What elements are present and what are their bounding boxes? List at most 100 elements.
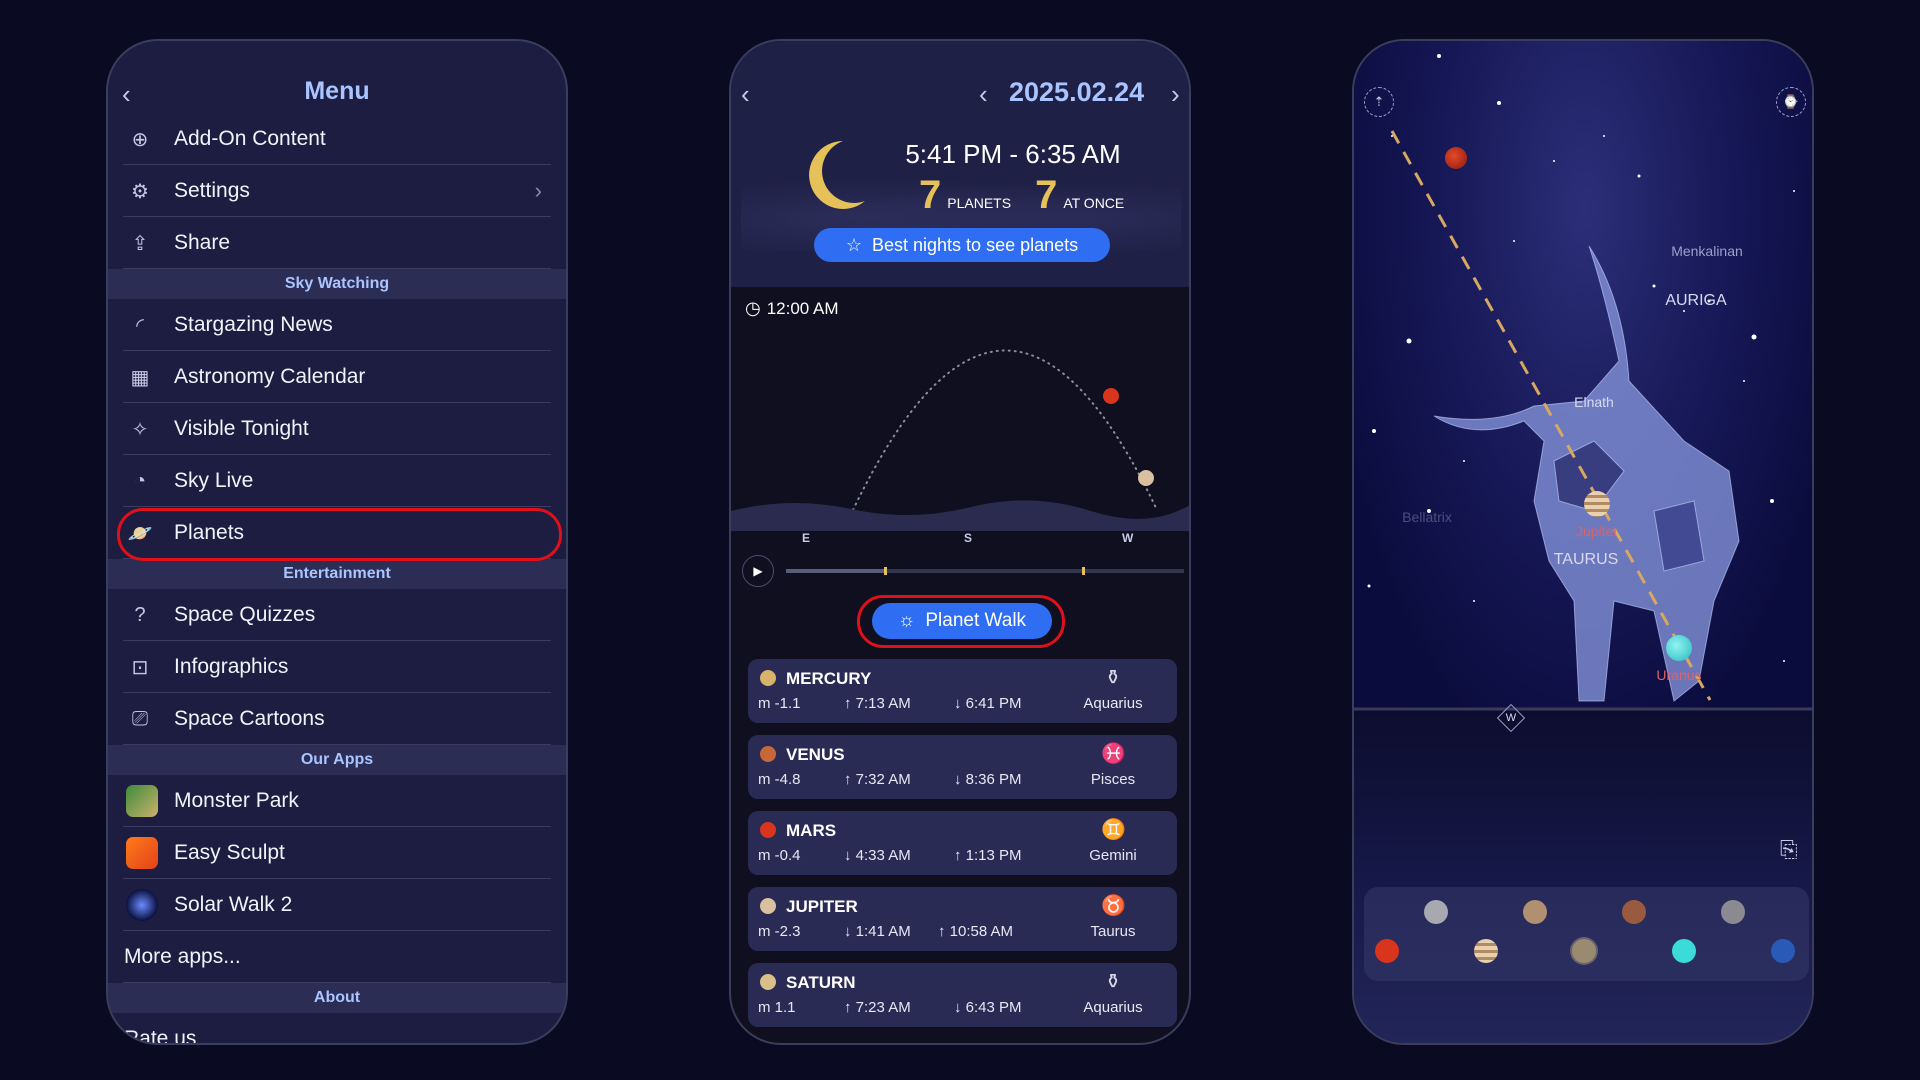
planet-card[interactable]: MARS m -0.4 ↓ 4:33 AM ↑ 1:13 PM ♊ Gemini xyxy=(748,811,1177,875)
neptune-button[interactable] xyxy=(1771,939,1795,963)
planet-name: JUPITER xyxy=(786,897,858,916)
planet-icon xyxy=(760,746,776,762)
quiz-icon: ? xyxy=(134,603,146,626)
menu-item-visible-tonight[interactable]: ✧ Visible Tonight xyxy=(108,403,566,455)
menu-item-rate-us[interactable]: Rate us xyxy=(108,1013,566,1043)
time-1: ↓ 1:41 AM xyxy=(844,923,911,940)
menu-item-add-on[interactable]: ⊕ Add-On Content xyxy=(108,113,566,165)
time-dial-icon[interactable]: ⌚ xyxy=(1776,87,1806,117)
planet-name: SATURN xyxy=(786,973,856,992)
horizon xyxy=(731,500,1189,531)
app-solar-walk-2[interactable]: Solar Walk 2 xyxy=(108,879,566,931)
time-1: ↓ 4:33 AM xyxy=(844,847,911,864)
moon-button[interactable] xyxy=(1424,900,1448,924)
star-circle-icon: ✧ xyxy=(131,418,149,441)
saturn-button[interactable] xyxy=(1572,939,1596,963)
infographic-icon: ⊡ xyxy=(131,656,149,679)
planet-icon xyxy=(760,670,776,686)
constellation-name: Aquarius xyxy=(1083,695,1143,712)
constellation-icon: ♓ xyxy=(1101,743,1126,765)
venus-button[interactable] xyxy=(1622,900,1646,924)
planet-walk-button[interactable]: ☼ Planet Walk xyxy=(872,603,1052,639)
pluto-button[interactable] xyxy=(1721,900,1745,924)
magnitude: m -1.1 xyxy=(758,695,801,712)
star xyxy=(1513,240,1515,242)
monster-park-app-icon xyxy=(126,785,158,817)
magnitude: m -4.8 xyxy=(758,771,801,788)
chevron-right-icon: › xyxy=(534,178,542,203)
jupiter-marker xyxy=(1138,470,1154,486)
constellation-name: Pisces xyxy=(1090,771,1136,788)
play-button[interactable]: ▶ xyxy=(742,555,774,587)
menu-item-settings[interactable]: ⚙ Settings › xyxy=(108,165,566,217)
menu-item-stargazing-news[interactable]: ◜ Stargazing News xyxy=(108,299,566,351)
planet-card[interactable]: SATURN m 1.1 ↑ 7:23 AM ↓ 6:43 PM ⚱ Aquar… xyxy=(748,963,1177,1027)
constellation-name: Aquarius xyxy=(1083,999,1143,1016)
star xyxy=(1652,284,1656,288)
star-label-bellatrix: Bellatrix xyxy=(1402,509,1452,525)
section-header: Our Apps xyxy=(108,745,566,775)
slider-marker xyxy=(884,567,887,575)
sky-view-screen: ⇡ ⌚ Menkalinan AURIGA Elnath Bellatrix J… xyxy=(1352,39,1814,1045)
constellation-icon: ♉ xyxy=(1101,895,1126,917)
constellation-label-taurus: TAURUS xyxy=(1553,551,1619,568)
easy-sculpt-app-icon xyxy=(126,837,158,869)
highlight-outline xyxy=(117,508,562,561)
app-monster-park[interactable]: Monster Park xyxy=(108,775,566,827)
direction-east: E xyxy=(802,531,811,545)
jupiter-button[interactable] xyxy=(1474,939,1498,963)
menu-item-sky-live[interactable]: ◔ Sky Live xyxy=(108,455,566,507)
menu-item-space-quizzes[interactable]: ? Space Quizzes xyxy=(108,589,566,641)
calendar-icon: ▦ xyxy=(130,366,150,389)
solar-walk-app-icon xyxy=(126,889,158,921)
uranus-button[interactable] xyxy=(1672,939,1696,963)
exit-ar-icon[interactable]: ⎘ xyxy=(1780,837,1798,863)
section-header: About xyxy=(108,983,566,1013)
west-label: W xyxy=(1505,712,1517,724)
planet-card[interactable]: JUPITER m -2.3 ↓ 1:41 AM ↑ 10:58 AM ♉ Ta… xyxy=(748,887,1177,951)
gear-icon: ⚙ xyxy=(131,180,149,203)
rss-icon: ◜ xyxy=(136,314,144,337)
planet-card[interactable]: VENUS m -4.8 ↑ 7:32 AM ↓ 8:36 PM ♓ Pisce… xyxy=(748,735,1177,799)
constellation-name: Gemini xyxy=(1089,847,1137,864)
section-header: Entertainment xyxy=(108,559,566,589)
planet-card[interactable]: MERCURY m -1.1 ↑ 7:13 AM ↓ 6:41 PM ⚱ Aqu… xyxy=(748,659,1177,723)
star xyxy=(1367,584,1371,588)
constellation-icon: ♊ xyxy=(1101,819,1126,841)
planet-icon xyxy=(760,974,776,990)
mars-marker xyxy=(1103,388,1119,404)
more-apps-link[interactable]: More apps... xyxy=(108,931,566,983)
page-title: Menu xyxy=(304,77,370,105)
share-icon: ⇪ xyxy=(131,232,149,255)
star xyxy=(1683,310,1685,312)
sky-live-icon: ◔ xyxy=(133,469,147,492)
ecliptic-line xyxy=(1390,130,1712,701)
menu-item-infographics[interactable]: ⊡ Infographics xyxy=(108,641,566,693)
taurus-constellation-art xyxy=(1433,245,1740,702)
menu-item-share[interactable]: ⇪ Share xyxy=(108,217,566,269)
camera-icon: ⎚ xyxy=(132,707,148,730)
star xyxy=(1406,338,1412,344)
app-easy-sculpt[interactable]: Easy Sculpt xyxy=(108,827,566,879)
star xyxy=(1770,499,1774,503)
mars-marker[interactable] xyxy=(1445,147,1467,169)
uranus-marker[interactable] xyxy=(1666,635,1692,661)
menu-screen: ‹ Menu ⊕ Add-On Content ⚙ Settings › ⇪ Share… xyxy=(106,39,568,1045)
planet-label-jupiter: Jupiter xyxy=(1575,523,1619,539)
planet-icon xyxy=(760,822,776,838)
star xyxy=(1463,460,1465,462)
time-1: ↑ 7:23 AM xyxy=(844,999,911,1016)
menu-item-space-cartoons[interactable]: ⎚ Space Cartoons xyxy=(108,693,566,745)
star-label-menkalinan: Menkalinan xyxy=(1671,243,1743,259)
compass-icon[interactable]: ⇡ xyxy=(1364,87,1394,117)
constellation-icon: ⚱ xyxy=(1104,971,1122,993)
jupiter-marker[interactable] xyxy=(1584,491,1610,517)
direction-west: W xyxy=(1122,531,1134,545)
mercury-button[interactable] xyxy=(1523,900,1547,924)
mars-button[interactable] xyxy=(1375,939,1399,963)
planet-arc xyxy=(852,349,1158,511)
magnitude: m 1.1 xyxy=(758,999,796,1016)
constellation-label-auriga: AURIGA xyxy=(1665,292,1727,309)
planet-name: MERCURY xyxy=(786,669,872,688)
menu-item-astronomy-calendar[interactable]: ▦ Astronomy Calendar xyxy=(108,351,566,403)
